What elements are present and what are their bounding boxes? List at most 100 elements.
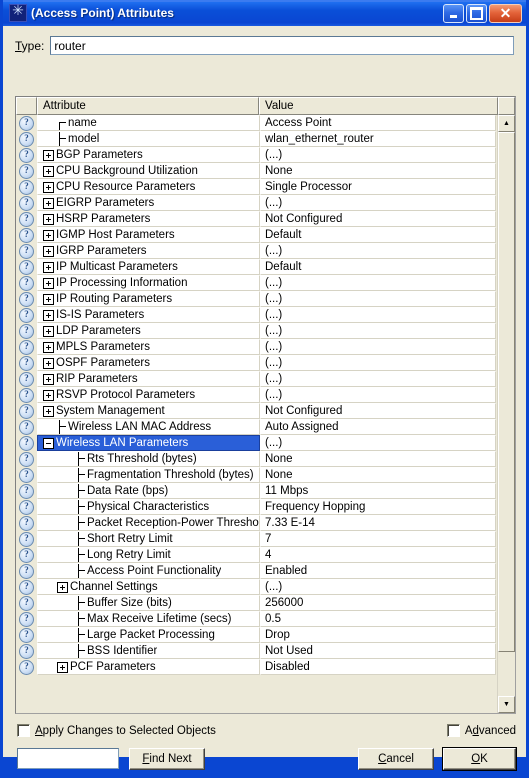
attribute-cell[interactable]: Wireless LAN Parameters [37, 435, 260, 451]
attribute-cell[interactable]: MPLS Parameters [37, 339, 260, 355]
value-cell[interactable]: (...) [260, 579, 496, 595]
table-row[interactable]: ? Wireless LAN MAC Address Auto Assigned [16, 419, 496, 435]
value-cell[interactable]: Drop [260, 627, 496, 643]
question-mark-icon[interactable]: ? [19, 563, 34, 579]
expand-icon[interactable] [43, 277, 54, 289]
attribute-cell[interactable]: EIGRP Parameters [37, 195, 260, 211]
attribute-cell[interactable]: IP Multicast Parameters [37, 259, 260, 275]
question-mark-icon[interactable]: ? [19, 643, 34, 659]
maximize-button[interactable] [466, 3, 487, 23]
value-cell[interactable]: Default [260, 227, 496, 243]
table-row[interactable]: ? OSPF Parameters (...) [16, 355, 496, 371]
table-row[interactable]: ? Packet Reception-Power Threshold (...7.… [16, 515, 496, 531]
expand-icon[interactable] [43, 149, 54, 161]
scroll-up-icon[interactable]: ▲ [498, 115, 515, 132]
value-cell[interactable]: (...) [260, 371, 496, 387]
value-cell[interactable]: 4 [260, 547, 496, 563]
attribute-cell[interactable]: Long Retry Limit [37, 547, 260, 563]
question-mark-icon[interactable]: ? [19, 419, 34, 435]
question-mark-icon[interactable]: ? [19, 131, 34, 147]
table-row[interactable]: ? Fragmentation Threshold (bytes) None [16, 467, 496, 483]
question-mark-icon[interactable]: ? [19, 611, 34, 627]
question-mark-icon[interactable]: ? [19, 211, 34, 227]
table-row[interactable]: ? Short Retry Limit 7 [16, 531, 496, 547]
value-cell[interactable]: None [260, 451, 496, 467]
value-cell[interactable]: (...) [260, 435, 496, 451]
table-row[interactable]: ? Physical Characteristics Frequency Hoppi… [16, 499, 496, 515]
table-row[interactable]: ? Channel Settings (...) [16, 579, 496, 595]
advanced-checkbox[interactable] [446, 724, 460, 737]
value-cell[interactable]: Not Configured [260, 403, 496, 419]
attribute-cell[interactable]: name [37, 115, 260, 131]
table-row[interactable]: ? model wlan_ethernet_router [16, 131, 496, 147]
question-mark-icon[interactable]: ? [19, 499, 34, 515]
value-cell[interactable]: Frequency Hopping [260, 499, 496, 515]
expand-icon[interactable] [43, 405, 54, 417]
attribute-cell[interactable]: Large Packet Processing [37, 627, 260, 643]
question-mark-icon[interactable]: ? [19, 579, 34, 595]
question-mark-icon[interactable]: ? [19, 323, 34, 339]
question-mark-icon[interactable]: ? [19, 291, 34, 307]
table-row[interactable]: ? MPLS Parameters (...) [16, 339, 496, 355]
question-mark-icon[interactable]: ? [19, 387, 34, 403]
attribute-cell[interactable]: LDP Parameters [37, 323, 260, 339]
table-row[interactable]: ? BGP Parameters (...) [16, 147, 496, 163]
table-row[interactable]: ? Buffer Size (bits) 256000 [16, 595, 496, 611]
table-row[interactable]: ? CPU Resource Parameters Single Processor [16, 179, 496, 195]
attribute-cell[interactable]: BGP Parameters [37, 147, 260, 163]
table-row[interactable]: ? Long Retry Limit 4 [16, 547, 496, 563]
attribute-cell[interactable]: Rts Threshold (bytes) [37, 451, 260, 467]
minimize-button[interactable] [443, 3, 464, 23]
table-row[interactable]: ? Wireless LAN Parameters (...) [16, 435, 496, 451]
table-row[interactable]: ? IGMP Host Parameters Default [16, 227, 496, 243]
question-mark-icon[interactable]: ? [19, 595, 34, 611]
type-input[interactable] [50, 36, 514, 55]
attribute-cell[interactable]: Short Retry Limit [37, 531, 260, 547]
value-cell[interactable]: (...) [260, 195, 496, 211]
table-row[interactable]: ? IP Multicast Parameters Default [16, 259, 496, 275]
scrollbar-thumb[interactable] [498, 132, 515, 652]
table-row[interactable]: ? Large Packet Processing Drop [16, 627, 496, 643]
scroll-down-icon[interactable]: ▼ [498, 696, 515, 713]
question-mark-icon[interactable]: ? [19, 307, 34, 323]
cancel-button[interactable]: Cancel [358, 748, 434, 770]
attribute-cell[interactable]: Packet Reception-Power Threshold (... [37, 515, 260, 531]
value-cell[interactable]: (...) [260, 339, 496, 355]
table-row[interactable]: ? IS-IS Parameters (...) [16, 307, 496, 323]
attribute-cell[interactable]: IS-IS Parameters [37, 307, 260, 323]
attribute-cell[interactable]: Access Point Functionality [37, 563, 260, 579]
value-cell[interactable]: 0.5 [260, 611, 496, 627]
expand-icon[interactable] [43, 357, 54, 369]
question-mark-icon[interactable]: ? [19, 515, 34, 531]
table-row[interactable]: ? BSS Identifier Not Used [16, 643, 496, 659]
value-cell[interactable]: (...) [260, 387, 496, 403]
question-mark-icon[interactable]: ? [19, 339, 34, 355]
attribute-cell[interactable]: RSVP Protocol Parameters [37, 387, 260, 403]
collapse-icon[interactable] [43, 437, 54, 449]
attribute-cell[interactable]: IGMP Host Parameters [37, 227, 260, 243]
close-button[interactable]: ✕ [489, 3, 522, 23]
table-row[interactable]: ? Max Receive Lifetime (secs) 0.5 [16, 611, 496, 627]
attribute-cell[interactable]: BSS Identifier [37, 643, 260, 659]
question-mark-icon[interactable]: ? [19, 259, 34, 275]
value-cell[interactable]: (...) [260, 307, 496, 323]
table-row[interactable]: ? RSVP Protocol Parameters (...) [16, 387, 496, 403]
value-cell[interactable]: (...) [260, 275, 496, 291]
expand-icon[interactable] [43, 309, 54, 321]
attribute-cell[interactable]: IP Processing Information [37, 275, 260, 291]
table-row[interactable]: ? IP Routing Parameters (...) [16, 291, 496, 307]
value-cell[interactable]: wlan_ethernet_router [260, 131, 496, 147]
expand-icon[interactable] [43, 293, 54, 305]
question-mark-icon[interactable]: ? [19, 195, 34, 211]
table-row[interactable]: ? System Management Not Configured [16, 403, 496, 419]
value-cell[interactable]: 7.33 E-14 [260, 515, 496, 531]
table-row[interactable]: ? Data Rate (bps) 11 Mbps [16, 483, 496, 499]
find-next-button[interactable]: Find Next [129, 748, 205, 770]
advanced-row[interactable]: Advanced [446, 724, 516, 737]
value-cell[interactable]: 11 Mbps [260, 483, 496, 499]
attribute-cell[interactable]: Data Rate (bps) [37, 483, 260, 499]
expand-icon[interactable] [43, 165, 54, 177]
value-cell[interactable]: Default [260, 259, 496, 275]
value-cell[interactable]: 256000 [260, 595, 496, 611]
table-row[interactable]: ? name Access Point [16, 115, 496, 131]
